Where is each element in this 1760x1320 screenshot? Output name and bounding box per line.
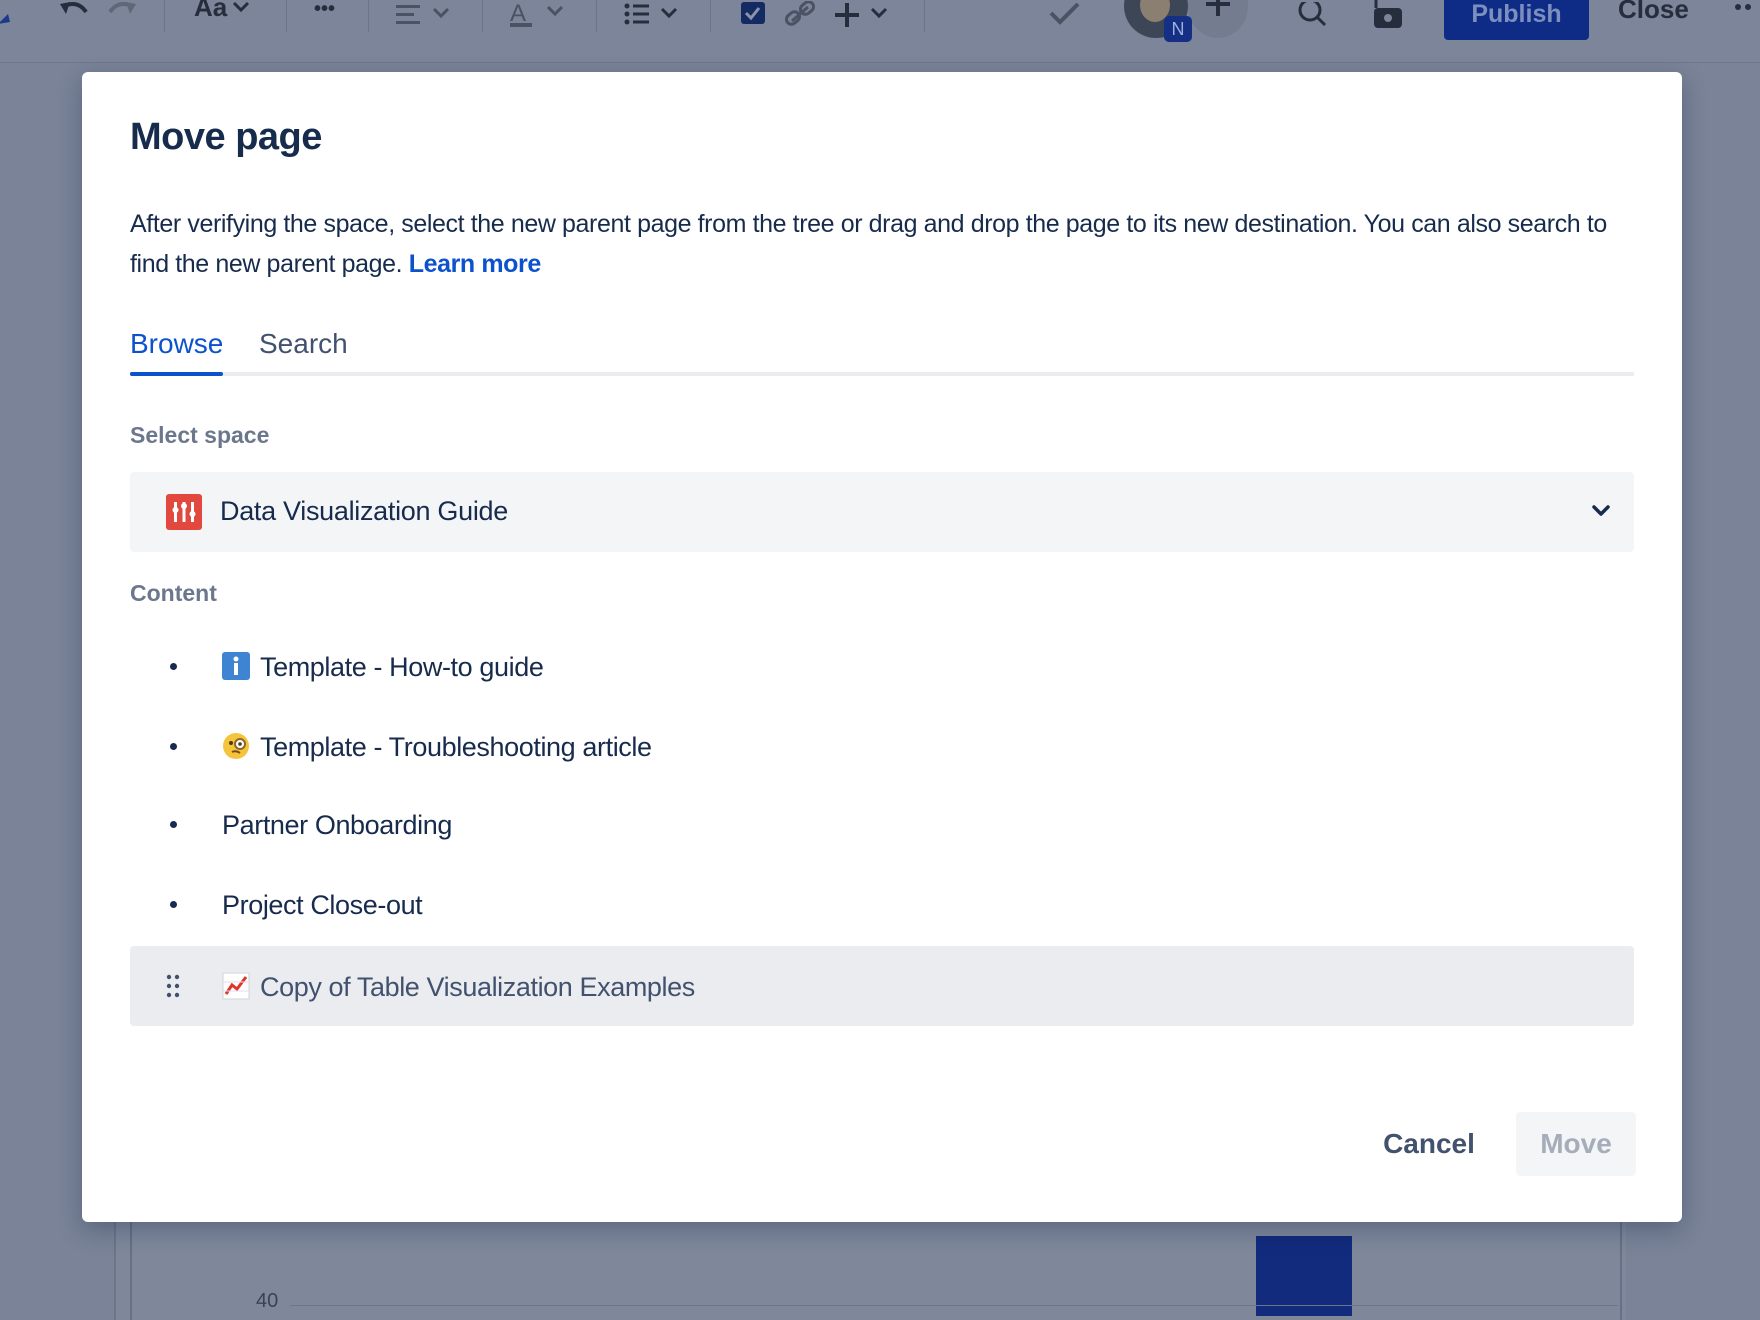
tree-item-label: Copy of Table Visualization Examples (260, 972, 695, 1002)
search-icon[interactable] (1298, 0, 1328, 30)
tree-item-selected[interactable]: Copy of Table Visualization Examples (130, 946, 1634, 1026)
tree-item[interactable]: Template - Troubleshooting article (130, 710, 1634, 782)
tree-item[interactable]: Template - How-to guide (130, 630, 1634, 702)
toolbar-divider (286, 0, 287, 32)
background-chart-bar (1256, 1236, 1352, 1316)
tree-item-label: Template - How-to guide (260, 652, 544, 682)
description-text: After verifying the space, select the ne… (130, 210, 1607, 278)
content-label: Content (130, 580, 217, 606)
bullet (170, 821, 177, 828)
tree-item[interactable]: Partner Onboarding (130, 788, 1634, 860)
drag-handle-icon[interactable] (166, 974, 180, 998)
add-collaborator-button[interactable] (1188, 0, 1248, 38)
info-icon (222, 652, 250, 680)
move-page-dialog: Move page After verifying the space, sel… (82, 72, 1682, 1222)
toolbar-divider (924, 0, 925, 32)
chart-increasing-icon (222, 972, 250, 1000)
dialog-title: Move page (130, 116, 322, 158)
more-formatting-button[interactable]: ••• (314, 0, 335, 24)
move-button[interactable]: Move (1516, 1112, 1636, 1176)
tree-item-label: Project Close-out (222, 890, 423, 920)
bullet (170, 743, 177, 750)
publish-button[interactable]: Publish (1444, 0, 1589, 40)
checkmark-icon[interactable] (1048, 0, 1082, 30)
more-icon: ••• (314, 0, 336, 20)
tree-item-label: Template - Troubleshooting article (260, 732, 652, 762)
bullet-list-button[interactable] (624, 0, 682, 30)
tree-item-label: Partner Onboarding (222, 810, 452, 840)
insert-button[interactable] (834, 0, 892, 30)
text-style-label: Aa (194, 0, 228, 22)
learn-more-link[interactable]: Learn more (409, 250, 542, 278)
toolbar-divider (710, 0, 711, 32)
background-chart-tick-label: 40 (256, 1290, 279, 1312)
monocle-face-icon (222, 732, 250, 760)
space-chart-icon (166, 494, 202, 530)
avatar-badge: N (1164, 16, 1192, 42)
text-color-button[interactable]: A (510, 0, 568, 30)
toolbar-divider (164, 0, 165, 32)
toolbar-divider (596, 0, 597, 32)
cancel-button[interactable]: Cancel (1376, 1112, 1482, 1176)
tab-browse[interactable]: Browse (130, 328, 224, 376)
space-name: Data Visualization Guide (220, 496, 508, 526)
tab-bar: Browse Search (130, 328, 1634, 376)
chevron-down-icon (233, 1, 250, 13)
toolbar-divider (482, 0, 483, 32)
tab-search[interactable]: Search (259, 328, 348, 372)
restrictions-icon[interactable] (1370, 0, 1406, 30)
toolbar-divider (368, 0, 369, 32)
text-style-button[interactable]: Aa (194, 0, 251, 22)
dialog-description: After verifying the space, select the ne… (130, 204, 1640, 284)
bullet (170, 663, 177, 670)
editor-logo-icon (0, 0, 12, 30)
alignment-button[interactable] (396, 0, 454, 30)
action-item-icon[interactable] (740, 0, 766, 30)
tree-item[interactable]: Project Close-out (130, 868, 1634, 940)
chevron-down-icon (1592, 505, 1610, 516)
bullet (170, 901, 177, 908)
background-chart-gridline (290, 1305, 1618, 1306)
close-editor-button[interactable]: Close (1618, 0, 1689, 25)
redo-icon[interactable] (104, 0, 140, 30)
more-icon[interactable] (1734, 0, 1760, 22)
plus-icon (1206, 0, 1230, 16)
editor-toolbar: Aa ••• A N Publish Close (0, 0, 1760, 63)
link-icon[interactable] (784, 0, 816, 30)
undo-icon[interactable] (56, 0, 92, 30)
select-space-label: Select space (130, 422, 270, 448)
space-select[interactable]: Data Visualization Guide (130, 472, 1634, 552)
